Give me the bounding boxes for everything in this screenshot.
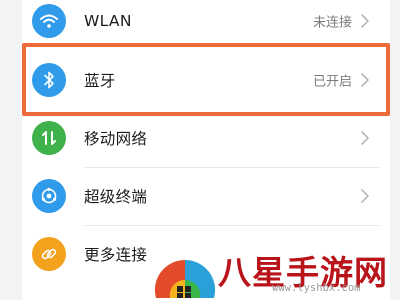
settings-item-label: WLAN [84, 12, 132, 30]
divider [84, 43, 380, 44]
watermark: 八星手游网 www.lyshbx.com [150, 240, 400, 300]
settings-item-label: 移动网络 [84, 130, 148, 148]
mobile-network-icon [32, 121, 66, 155]
watermark-logo-icon [154, 259, 216, 298]
settings-item-status: 未连接 [312, 15, 352, 31]
settings-item-label: 超级终端 [84, 188, 148, 206]
super-device-icon [32, 179, 66, 213]
settings-item-status: 已开启 [312, 74, 352, 90]
chevron-right-icon [361, 189, 369, 203]
settings-item-bluetooth[interactable]: 蓝牙 已开启 [22, 51, 390, 109]
chevron-right-icon [361, 131, 369, 145]
settings-item-super-device[interactable]: 超级终端 [22, 167, 390, 225]
settings-item-label: 蓝牙 [84, 72, 116, 90]
wifi-icon [32, 4, 66, 38]
bluetooth-icon [32, 63, 66, 97]
settings-item-label: 更多连接 [84, 246, 148, 264]
chevron-right-icon [361, 14, 369, 28]
chevron-right-icon [361, 73, 369, 87]
watermark-url: www.lyshbx.com [272, 282, 361, 294]
link-icon [32, 237, 66, 271]
settings-item-mobile-network[interactable]: 移动网络 [22, 109, 390, 167]
